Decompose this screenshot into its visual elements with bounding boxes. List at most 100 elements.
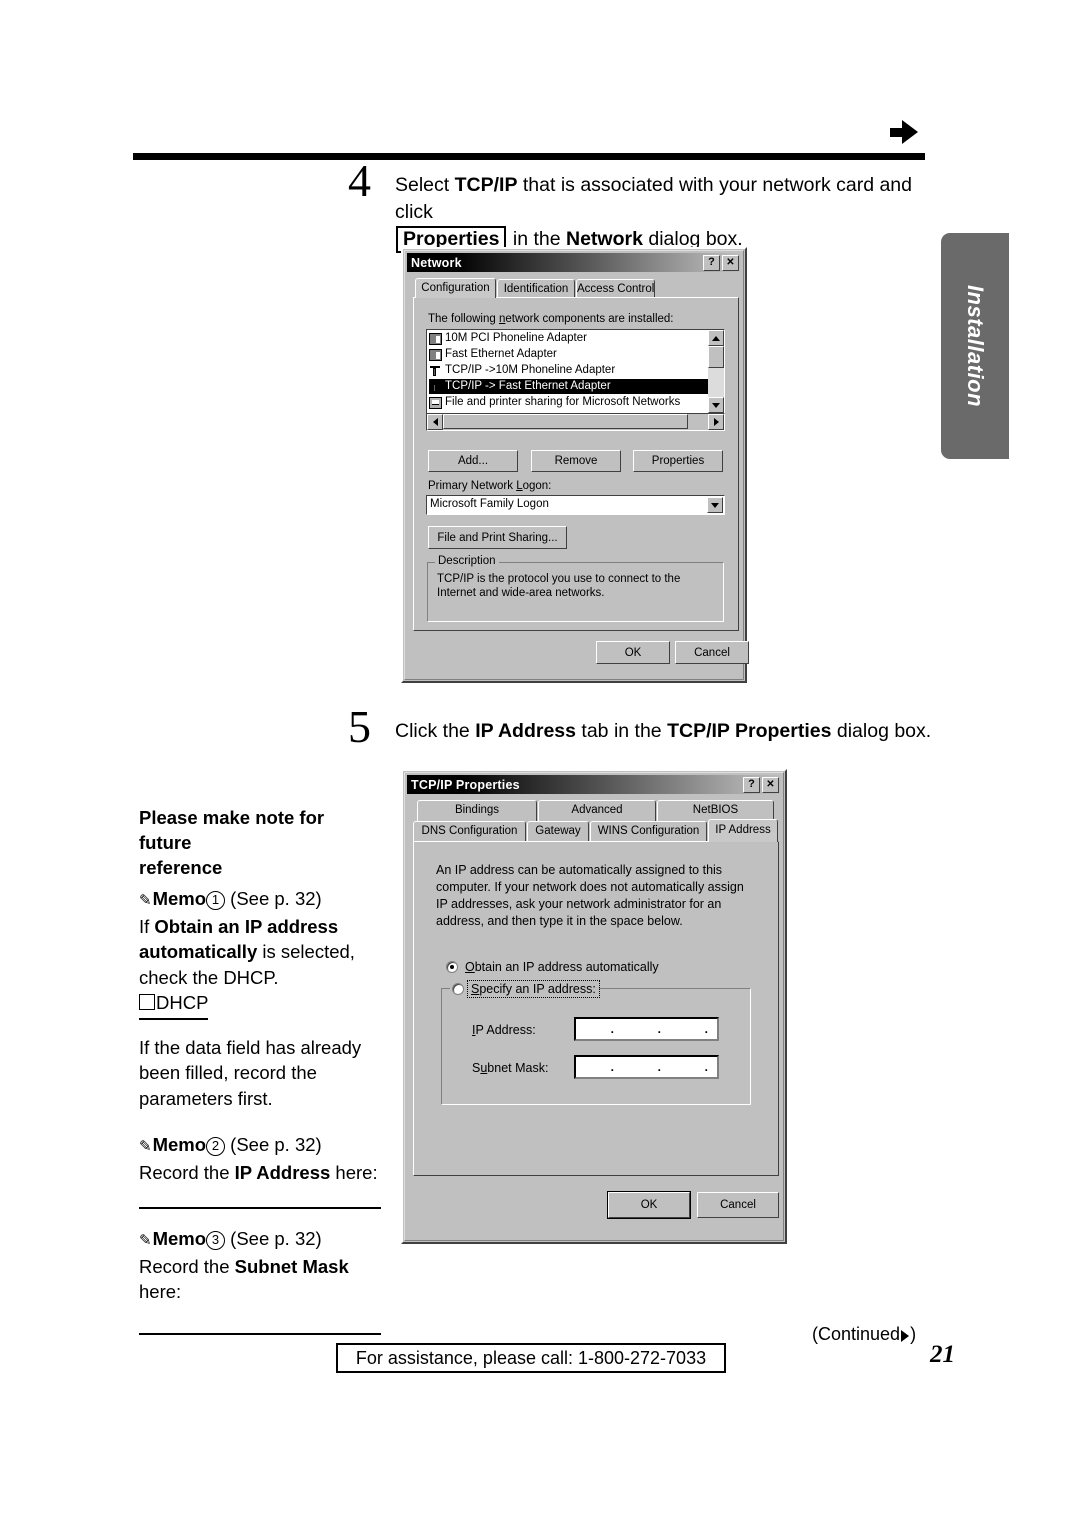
memo-1-line3: check the DHCP.: [139, 966, 279, 988]
step-5-mid: tab in the: [576, 720, 668, 742]
network-ok-button[interactable]: OK: [596, 641, 670, 664]
tab-dns-configuration-label: DNS Configuration: [421, 825, 518, 837]
step-5-bold2: TCP/IP Properties: [667, 720, 832, 742]
mask-octet-dot-2: .: [657, 1060, 661, 1074]
tab-ip-address[interactable]: IP Address: [708, 819, 778, 842]
list-item-selected[interactable]: TCP/IP -> Fast Ethernet Adapter: [429, 379, 722, 394]
pencil-icon: ✎: [139, 892, 152, 909]
radio-icon-unselected[interactable]: [452, 983, 464, 995]
tcpip-cancel-button[interactable]: Cancel: [697, 1192, 779, 1218]
list-item[interactable]: TCP/IP ->10M Phoneline Adapter: [429, 363, 722, 378]
properties-button[interactable]: Properties: [633, 450, 723, 472]
description-text: TCP/IP is the protocol you use to connec…: [437, 573, 681, 599]
memo-2-bold: IP Address: [234, 1161, 331, 1183]
network-cancel-button[interactable]: Cancel: [675, 641, 749, 664]
close-icon[interactable]: ✕: [762, 776, 779, 793]
header-divider: [133, 153, 925, 160]
memo-2-label: Memo: [152, 1134, 207, 1155]
tab-gateway[interactable]: Gateway: [527, 821, 589, 841]
add-button-label: Add...: [457, 455, 489, 467]
scroll-left-button[interactable]: [427, 414, 443, 430]
tab-wins-configuration[interactable]: WINS Configuration: [590, 821, 707, 841]
network-ok-label: OK: [624, 646, 642, 659]
tab-wins-configuration-label: WINS Configuration: [597, 825, 700, 837]
scroll-right-button[interactable]: [708, 414, 724, 430]
scroll-down-button[interactable]: [708, 397, 724, 413]
list-vertical-scrollbar[interactable]: [708, 330, 724, 413]
tab-identification[interactable]: Identification: [497, 279, 575, 298]
primary-logon-select[interactable]: Microsoft Family Logon: [426, 495, 725, 515]
ip-address-input[interactable]: . . .: [574, 1017, 719, 1041]
memo-1-body2: If the data field has already been fille…: [139, 1035, 381, 1112]
help-icon[interactable]: ?: [703, 254, 720, 271]
tab-access-control[interactable]: Access Control: [576, 279, 655, 298]
tcpip-dialog-titlebar[interactable]: TCP/IP Properties ? ✕: [407, 775, 781, 794]
tab-netbios[interactable]: NetBIOS: [657, 800, 774, 821]
file-print-sharing-button[interactable]: File and Print Sharing...: [428, 526, 567, 549]
chevron-down-icon[interactable]: [707, 497, 723, 513]
memo-3-write-line[interactable]: [139, 1332, 381, 1335]
tab-access-control-label: Access Control: [577, 283, 655, 295]
list-item[interactable]: Fast Ethernet Adapter: [429, 347, 722, 362]
scroll-up-button[interactable]: [708, 330, 724, 346]
description-group: Description TCP/IP is the protocol you u…: [427, 555, 724, 622]
section-tab-installation: Installation: [941, 233, 1009, 459]
memo-1-body2-line3: parameters first.: [139, 1087, 273, 1109]
step-4-text: Select TCP/IP that is associated with yo…: [395, 172, 940, 253]
ip-octet-dot-1: .: [610, 1022, 614, 1036]
memo-1-line2-post: is selected,: [257, 941, 355, 962]
memo-2-pre: Record the: [139, 1161, 235, 1183]
tab-dns-configuration[interactable]: DNS Configuration: [413, 821, 526, 841]
tcpip-properties-dialog: TCP/IP Properties ? ✕ Bindings Advanced …: [401, 769, 787, 1244]
list-item[interactable]: File and printer sharing for Microsoft N…: [429, 395, 722, 410]
description-group-label: Description: [435, 555, 499, 567]
components-list-label: The following network components are ins…: [428, 313, 674, 325]
specify-ip-group: Specify an IP address: IP Address: . . .…: [441, 980, 751, 1105]
file-sharing-icon: [429, 396, 442, 409]
tab-ip-address-label: IP Address: [715, 824, 771, 836]
subnet-mask-input[interactable]: . . .: [574, 1055, 719, 1079]
radio-specify-ip[interactable]: Specify an IP address:: [450, 980, 600, 998]
close-icon[interactable]: ✕: [722, 254, 739, 271]
memo-2-see: (See p. 32): [230, 1134, 322, 1155]
memo-3: ✎Memo 3 (See p. 32) Record the Subnet Mas…: [139, 1226, 381, 1335]
tab-configuration-label: Configuration: [421, 282, 490, 294]
tab-advanced[interactable]: Advanced: [538, 800, 656, 821]
tab-configuration[interactable]: Configuration: [415, 278, 496, 298]
help-icon[interactable]: ?: [743, 776, 760, 793]
checkbox-icon[interactable]: [139, 994, 155, 1010]
tab-bindings[interactable]: Bindings: [417, 800, 537, 821]
network-card-icon: [429, 332, 442, 345]
list-item-label: TCP/IP ->10M Phoneline Adapter: [445, 364, 616, 376]
memo-1-label: Memo: [152, 888, 207, 909]
memo-1-line1-bold: Obtain an IP address: [154, 915, 339, 937]
mask-octet-dot-1: .: [610, 1060, 614, 1074]
hscroll-thumb[interactable]: [443, 414, 688, 429]
tcpip-dialog-title: TCP/IP Properties: [411, 777, 520, 792]
scroll-thumb[interactable]: [708, 346, 724, 368]
remove-button[interactable]: Remove: [531, 450, 621, 472]
step-5-text: Click the IP Address tab in the TCP/IP P…: [395, 718, 965, 745]
step-5-number: 5: [348, 701, 371, 752]
list-item[interactable]: 10M PCI Phoneline Adapter: [429, 331, 722, 346]
properties-button-label: Properties: [651, 455, 705, 467]
step-5-post: dialog box.: [831, 720, 932, 742]
memo-2-write-line[interactable]: [139, 1207, 381, 1209]
tab-bindings-label: Bindings: [454, 804, 500, 816]
step-4-line1-bold: TCP/IP: [454, 174, 518, 196]
memo-1-line2-bold: automatically: [139, 941, 258, 962]
ip-octet-dot-3: .: [704, 1022, 708, 1036]
chevron-up-icon: [712, 335, 720, 341]
network-dialog-titlebar[interactable]: Network ? ✕: [407, 253, 741, 272]
ip-address-label: IP Address:: [472, 1023, 536, 1037]
list-horizontal-scrollbar[interactable]: [426, 413, 725, 431]
add-button[interactable]: Add...: [428, 450, 518, 472]
memo-3-pre: Record the: [139, 1255, 235, 1277]
memo-heading: Please make note for future reference: [139, 805, 381, 880]
memo-3-bold: Subnet Mask: [234, 1255, 349, 1277]
memo-1-see: (See p. 32): [230, 888, 322, 909]
radio-icon-selected[interactable]: [446, 961, 458, 973]
network-components-list[interactable]: 10M PCI Phoneline Adapter Fast Ethernet …: [426, 329, 725, 414]
memo-2-post: here:: [330, 1161, 378, 1183]
tcpip-ok-button[interactable]: OK: [607, 1191, 691, 1219]
